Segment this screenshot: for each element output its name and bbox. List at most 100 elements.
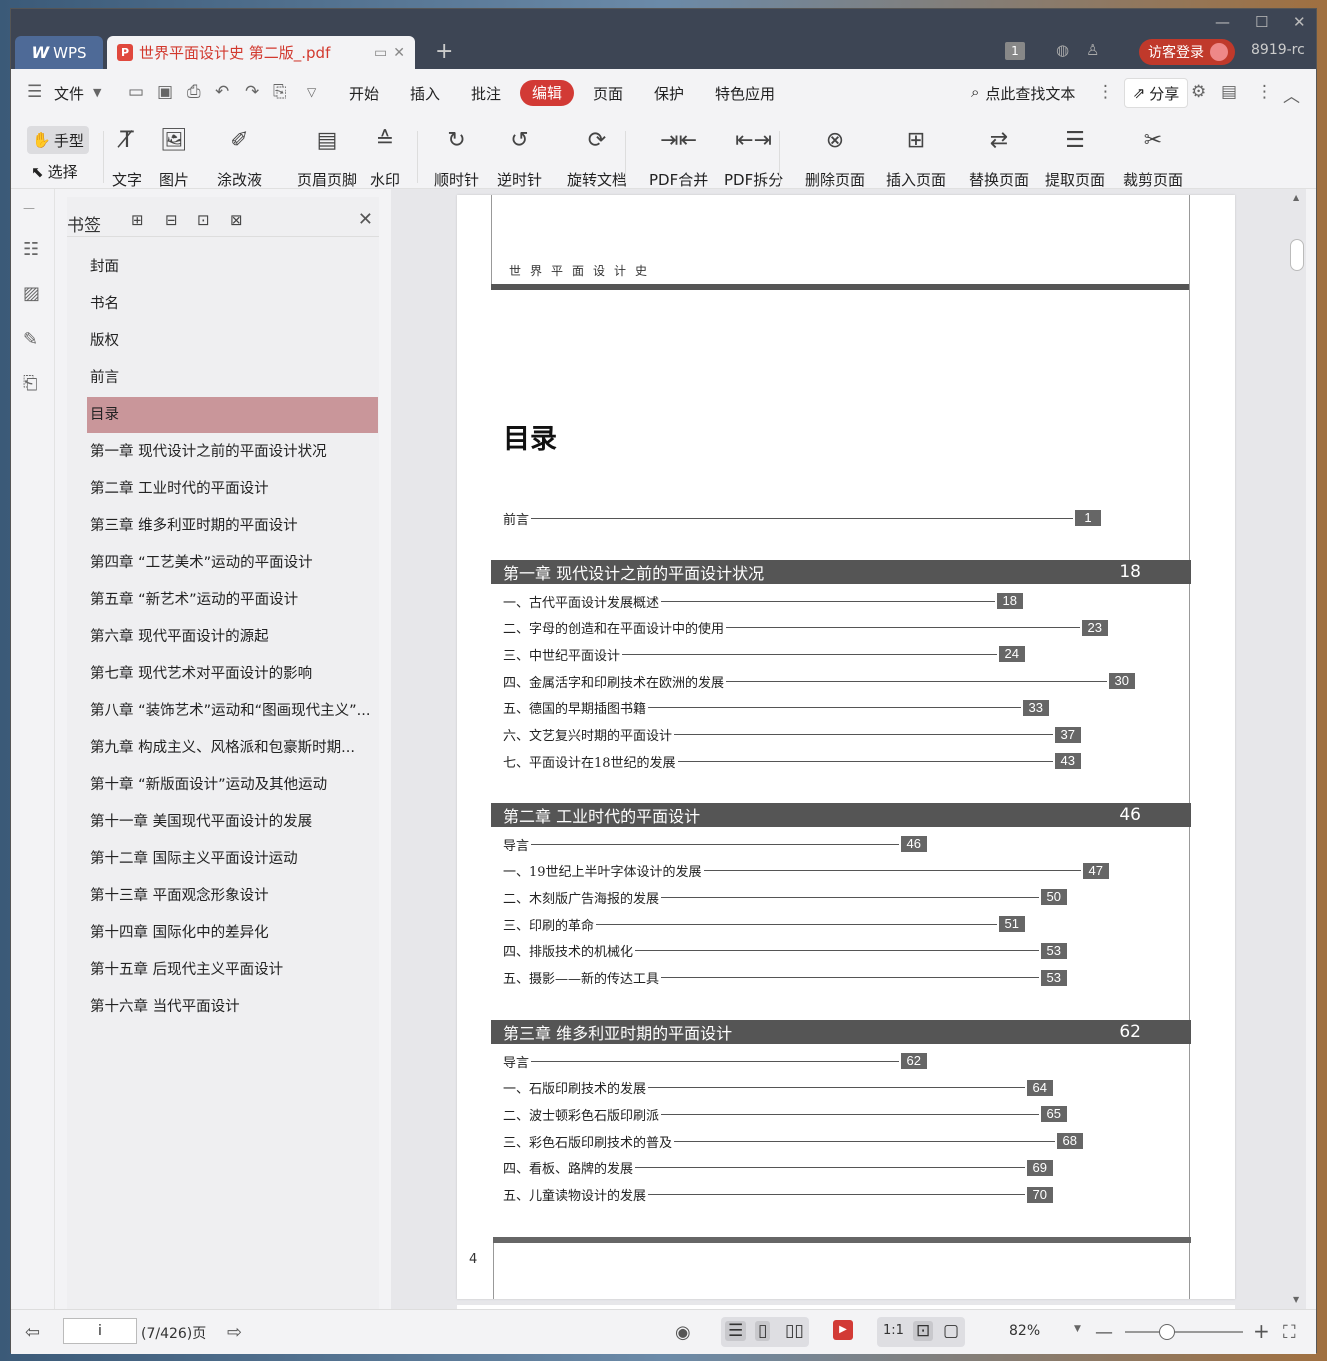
chevron-down-icon[interactable]: ▼ xyxy=(93,86,101,99)
tool-replace-page-button[interactable]: ⇄ 替换页面 xyxy=(969,123,1029,190)
bookmark-item[interactable]: ▶第十三章 平面观念形象设计 xyxy=(87,878,378,914)
pin-tab-icon[interactable]: ▭ xyxy=(374,45,387,61)
tool-insert-page-button[interactable]: ⊞ 插入页面 xyxy=(886,123,946,190)
tool-image-edit-button[interactable]: 🖼 图片 xyxy=(158,123,190,190)
bookmark-list-icon[interactable]: ☷ xyxy=(23,239,39,260)
bookmark-item[interactable]: 目录 xyxy=(87,397,378,433)
bookmark-item[interactable]: ▶第二章 工业时代的平面设计 xyxy=(87,471,378,507)
bookmark-item[interactable]: 版权 xyxy=(87,323,378,359)
add-bookmark-icon[interactable]: ⊞ xyxy=(131,211,144,229)
tool-pdf-split-button[interactable]: ⇤⇥ PDF拆分 xyxy=(724,123,783,190)
more-dropdown-icon[interactable]: ▽ xyxy=(307,85,316,99)
tool-rotate-cw-button[interactable]: ↻ 顺时针 xyxy=(434,123,479,190)
scrollbar-thumb[interactable] xyxy=(1290,239,1304,271)
zoom-level[interactable]: 82% xyxy=(1009,1323,1040,1339)
bookmark-item[interactable]: 前言 xyxy=(87,360,378,396)
zoom-in-icon[interactable]: + xyxy=(1253,1319,1270,1343)
tool-delete-page-button[interactable]: ⊗ 删除页面 xyxy=(805,123,865,190)
menu-tab-insert[interactable]: 插入 xyxy=(410,83,440,104)
menu-tab-start[interactable]: 开始 xyxy=(349,83,379,104)
close-panel-icon[interactable]: ✕ xyxy=(358,209,373,230)
tool-pdf-merge-button[interactable]: ⇥⇤ PDF合并 xyxy=(649,123,708,190)
zoom-out-icon[interactable]: — xyxy=(1095,1322,1113,1343)
bookmark-item[interactable]: ▶第十章 “新版面设计”运动及其他运动 xyxy=(87,767,378,803)
bookmark-item[interactable]: ▶第十五章 后现代主义平面设计 xyxy=(87,952,378,988)
find-text-box[interactable]: ⌕ 点此查找文本 xyxy=(971,83,1075,104)
thumbnail-icon[interactable]: ▨ xyxy=(23,283,40,304)
print-icon[interactable]: ⎙ xyxy=(187,82,201,102)
file-menu[interactable]: 文件 xyxy=(54,83,84,104)
bookmark-item[interactable]: ▶第六章 现代平面设计的源起 xyxy=(87,619,378,655)
bookmark-item[interactable]: ▶第十四章 国际化中的差异化 xyxy=(87,915,378,951)
more-options-icon[interactable]: ⋮ xyxy=(1256,82,1273,102)
bookmark-item[interactable]: ▶第十六章 当代平面设计 xyxy=(87,989,378,1025)
bookmark-item[interactable]: 封面 xyxy=(87,249,378,285)
vertical-scrollbar[interactable]: ▲ ▼ xyxy=(1286,189,1306,1309)
eye-protect-icon[interactable]: ◉ xyxy=(675,1322,691,1343)
skin-icon[interactable]: ♙ xyxy=(1086,41,1099,59)
settings-gear-icon[interactable]: ⚙ xyxy=(1191,82,1206,102)
hand-tool-button[interactable]: ✋ 手型 xyxy=(27,126,89,154)
tool-crop-page-button[interactable]: ✂ 裁剪页面 xyxy=(1123,123,1183,190)
new-tab-button[interactable]: + xyxy=(435,39,453,64)
fullscreen-icon[interactable]: ⛶ xyxy=(1283,1322,1296,1343)
maximize-icon[interactable]: ☐ xyxy=(1255,13,1268,31)
bookmark-item[interactable]: ▶第三章 维多利亚时期的平面设计 xyxy=(87,508,378,544)
actual-size-icon[interactable]: 1:1 xyxy=(883,1323,904,1338)
add-child-bookmark-icon[interactable]: ⊟ xyxy=(165,211,178,229)
zoom-slider-handle[interactable] xyxy=(1159,1324,1176,1340)
menu-tab-annotate[interactable]: 批注 xyxy=(471,83,501,104)
bookmark-item[interactable]: ▶第五章 “新艺术”运动的平面设计 xyxy=(87,582,378,618)
tool-rotate-ccw-button[interactable]: ↺ 逆时针 xyxy=(497,123,542,190)
undo-icon[interactable]: ↶ xyxy=(215,82,229,102)
collapse-bookmarks-icon[interactable]: ⊠ xyxy=(230,211,243,229)
redo-icon[interactable]: ↷ xyxy=(245,82,259,102)
wps-home-tab[interactable]: W WPS xyxy=(15,36,103,69)
tool-header-footer-button[interactable]: ▤ 页眉页脚 xyxy=(297,123,357,190)
annotation-icon[interactable]: ✎ xyxy=(23,329,38,350)
tool-watermark-button[interactable]: ≙ 水印 xyxy=(369,123,401,190)
share-button[interactable]: ⇗ 分享 xyxy=(1124,78,1188,108)
window-count-badge[interactable]: 1 xyxy=(1005,42,1025,60)
guest-login-button[interactable]: 访客登录 xyxy=(1139,39,1235,65)
collapse-ribbon-icon[interactable]: ︿ xyxy=(1283,82,1300,107)
close-tab-icon[interactable]: ✕ xyxy=(393,45,405,61)
expand-bookmarks-icon[interactable]: ⊡ xyxy=(197,211,210,229)
menu-tab-page[interactable]: 页面 xyxy=(593,83,623,104)
bookmark-item[interactable]: ▶第十一章 美国现代平面设计的发展 xyxy=(87,804,378,840)
page-number-input[interactable]: i xyxy=(63,1318,137,1344)
fit-width-icon[interactable]: ▢ xyxy=(943,1321,959,1341)
hamburger-menu-icon[interactable]: ☰ xyxy=(27,82,42,102)
prev-page-icon[interactable]: ⇦ xyxy=(25,1322,40,1343)
bookmark-item[interactable]: 书名 xyxy=(87,286,378,322)
bookmark-item[interactable]: ▶第一章 现代设计之前的平面设计状况 xyxy=(87,434,378,470)
tool-text-edit-button[interactable]: T̸ 文字 xyxy=(111,123,143,190)
comment-icon[interactable]: ▤ xyxy=(1221,82,1237,102)
scroll-up-icon[interactable]: ▲ xyxy=(1293,193,1299,202)
tool-rotate-doc-button[interactable]: ⟳ 旋转文档 xyxy=(567,123,627,190)
open-folder-icon[interactable]: ▭ xyxy=(128,82,144,102)
next-page-icon[interactable]: ⇨ xyxy=(227,1322,242,1343)
menu-tab-protect[interactable]: 保护 xyxy=(654,83,684,104)
close-window-icon[interactable]: ✕ xyxy=(1293,13,1306,31)
attachment-icon[interactable]: ⎗ xyxy=(23,373,37,394)
menu-tab-special[interactable]: 特色应用 xyxy=(715,83,775,104)
bookmark-item[interactable]: ▶第四章 “工艺美术”运动的平面设计 xyxy=(87,545,378,581)
bookmark-item[interactable]: ▶第十二章 国际主义平面设计运动 xyxy=(87,841,378,877)
two-page-icon[interactable]: ▯▯ xyxy=(785,1321,804,1341)
zoom-slider[interactable] xyxy=(1125,1331,1243,1333)
bookmark-item[interactable]: ▶第七章 现代艺术对平面设计的影响 xyxy=(87,656,378,692)
play-slideshow-icon[interactable]: ▶ xyxy=(833,1320,853,1340)
single-page-icon[interactable]: ▯ xyxy=(755,1321,771,1341)
document-viewport[interactable]: 世界平面设计史 目录 前言 1 第一章 现代设计之前的平面设计状况 18 一、古代平面设… xyxy=(391,189,1306,1315)
more-vertical-icon[interactable]: ⋮ xyxy=(1097,82,1114,102)
sync-icon[interactable]: ◍ xyxy=(1056,41,1069,59)
continuous-view-icon[interactable]: ☰ xyxy=(725,1321,747,1341)
menu-tab-edit[interactable]: 编辑 xyxy=(520,80,574,106)
fit-page-icon[interactable]: ⊡ xyxy=(913,1321,934,1341)
zoom-dropdown-icon[interactable]: ▼ xyxy=(1074,1324,1081,1334)
export-icon[interactable]: ⎘ xyxy=(273,82,287,102)
save-icon[interactable]: ▣ xyxy=(157,82,173,102)
scroll-down-icon[interactable]: ▼ xyxy=(1293,1295,1299,1304)
tool-extract-page-button[interactable]: ☰ 提取页面 xyxy=(1045,123,1105,190)
